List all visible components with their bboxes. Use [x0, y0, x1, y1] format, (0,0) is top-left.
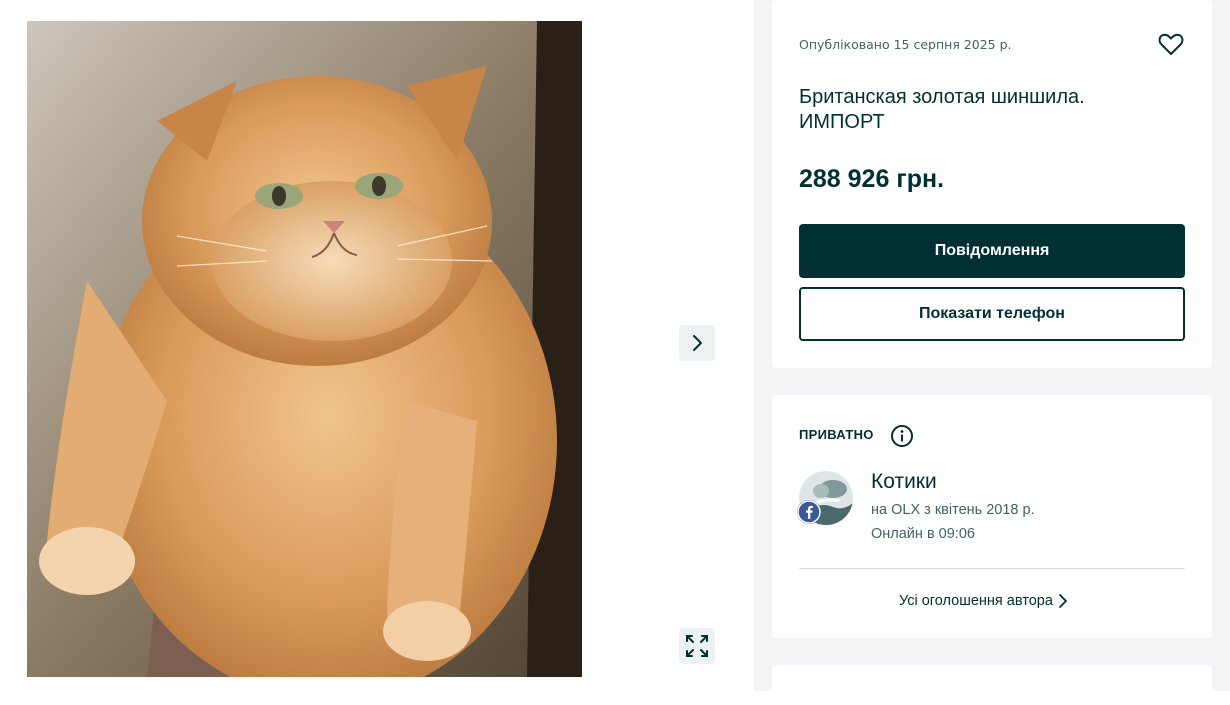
published-date: Опубліковано 15 серпня 2025 р.	[799, 37, 1012, 52]
all-author-ads-label: Усі оголошення автора	[899, 593, 1053, 609]
favorite-button[interactable]	[1157, 30, 1185, 58]
next-card	[772, 665, 1212, 705]
chevron-right-icon	[693, 335, 702, 351]
info-icon[interactable]	[890, 424, 914, 448]
listing-photo[interactable]	[27, 21, 582, 677]
show-phone-button[interactable]: Показати телефон	[799, 287, 1185, 341]
fullscreen-button[interactable]	[679, 628, 715, 664]
seller-type-label: ПРИВАТНО	[799, 427, 874, 442]
all-author-ads-link[interactable]: Усі оголошення автора	[899, 593, 1069, 609]
seller-member-since: на OLX з квітень 2018 р.	[871, 502, 1035, 518]
divider	[799, 568, 1185, 569]
expand-icon	[686, 635, 708, 657]
listing-title: Британская золотая шиншила. ИМПОРТ	[799, 86, 1085, 133]
avatar[interactable]	[797, 471, 853, 525]
message-button[interactable]: Повідомлення	[799, 224, 1185, 278]
heart-icon	[1158, 33, 1184, 55]
seller-name[interactable]: Котики	[871, 470, 937, 494]
cat-photo	[27, 21, 582, 677]
facebook-icon	[797, 500, 821, 524]
seller-last-online: Онлайн в 09:06	[871, 526, 975, 542]
chevron-right-icon	[1059, 594, 1067, 608]
listing-price: 288 926 грн.	[799, 165, 945, 193]
gallery	[0, 0, 754, 691]
next-photo-button[interactable]	[679, 325, 715, 361]
